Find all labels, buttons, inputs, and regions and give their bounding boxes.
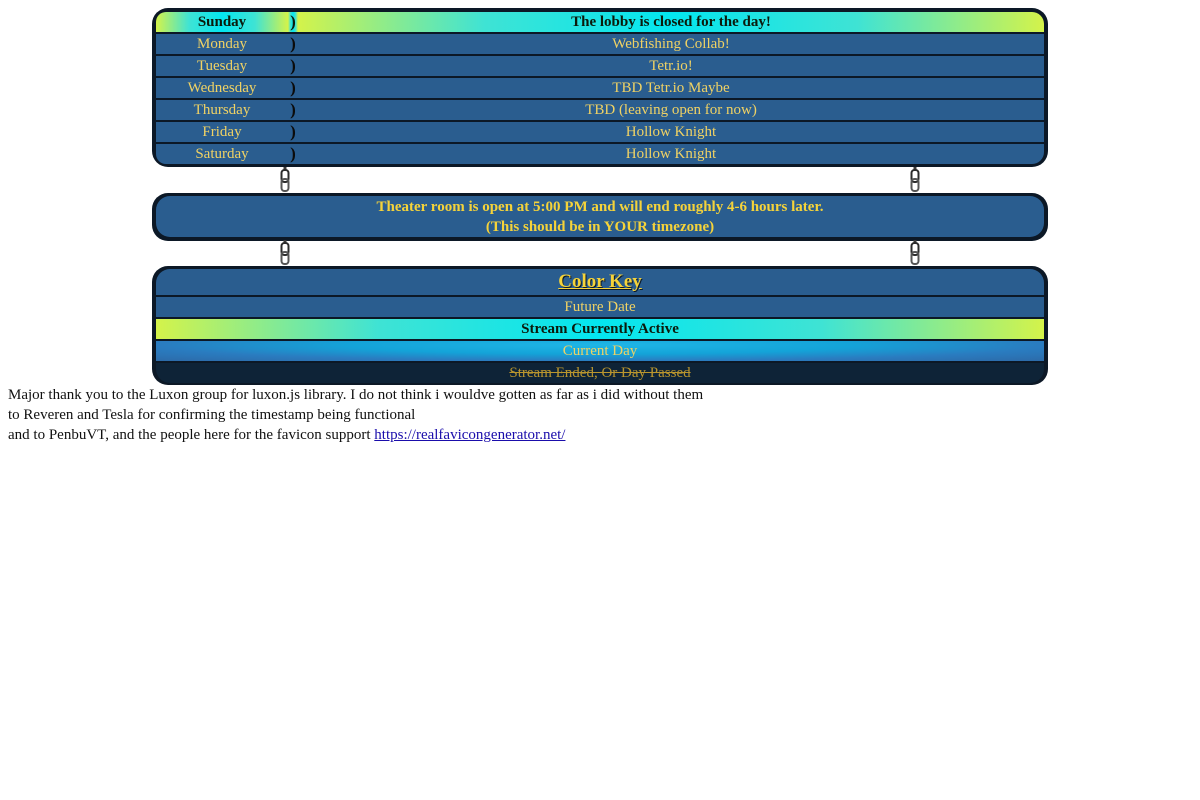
- credits: Major thank you to the Luxon group for l…: [8, 385, 808, 445]
- schedule-row-wednesday: Wednesday) TBD Tetr.io Maybe: [156, 78, 1044, 98]
- schedule-row-sunday: Sunday) The lobby is closed for the day!: [156, 12, 1044, 32]
- bracket-divider: ): [288, 122, 298, 142]
- theater-hours-text: Theater room is open at 5:00 PM and will…: [376, 198, 824, 215]
- event-label: Webfishing Collab!: [298, 34, 1044, 54]
- credits-line-3: and to PenbuVT, and the people here for …: [8, 425, 808, 445]
- day-label: Tuesday: [156, 56, 288, 76]
- timezone-note: (This should be in YOUR timezone): [485, 218, 715, 235]
- key-stream-active: Stream Currently Active: [156, 319, 1044, 339]
- bracket-divider: ): [288, 78, 298, 98]
- event-label: TBD (leaving open for now): [298, 100, 1044, 120]
- chain-right-upper: [910, 167, 920, 192]
- day-label: Sunday: [156, 12, 288, 32]
- credits-line-1: Major thank you to the Luxon group for l…: [8, 387, 704, 403]
- theater-notice-panel: Theater room is open at 5:00 PM and will…: [152, 193, 1048, 241]
- key-stream-ended: Stream Ended, Or Day Passed: [156, 363, 1044, 383]
- key-future-date: Future Date: [156, 297, 1044, 317]
- day-label: Saturday: [156, 144, 288, 164]
- day-label: Thursday: [156, 100, 288, 120]
- event-label: TBD Tetr.io Maybe: [298, 78, 1044, 98]
- schedule-row-saturday: Saturday) Hollow Knight: [156, 144, 1044, 164]
- schedule-row-monday: Monday) Webfishing Collab!: [156, 34, 1044, 54]
- color-key-header: Color Key: [156, 269, 1044, 295]
- chain-left-lower: [280, 240, 290, 265]
- color-key-title: Color Key: [558, 271, 642, 292]
- favicon-generator-link[interactable]: https://realfavicongenerator.net/: [374, 427, 565, 443]
- bracket-divider: ): [288, 34, 298, 54]
- event-label: Hollow Knight: [298, 144, 1044, 164]
- schedule-rows: Sunday) The lobby is closed for the day! M…: [156, 12, 1044, 164]
- schedule-panel: Sunday) The lobby is closed for the day! M…: [152, 8, 1048, 167]
- event-label: Hollow Knight: [298, 122, 1044, 142]
- chain-left-upper: [280, 167, 290, 192]
- day-label: Wednesday: [156, 78, 288, 98]
- day-label: Friday: [156, 122, 288, 142]
- schedule-row-tuesday: Tuesday) Tetr.io!: [156, 56, 1044, 76]
- event-label: Tetr.io!: [298, 56, 1044, 76]
- schedule-row-friday: Friday) Hollow Knight: [156, 122, 1044, 142]
- bracket-divider: ): [288, 144, 298, 164]
- bracket-divider: ): [288, 12, 298, 32]
- bracket-divider: ): [288, 56, 298, 76]
- event-label: The lobby is closed for the day!: [298, 12, 1044, 32]
- schedule-row-thursday: Thursday) TBD (leaving open for now): [156, 100, 1044, 120]
- chain-right-lower: [910, 240, 920, 265]
- key-current-day: Current Day: [156, 341, 1044, 361]
- credits-line-2: to Reveren and Tesla for confirming the …: [8, 407, 416, 423]
- color-key-panel: Color Key Future Date Stream Currently A…: [152, 266, 1048, 385]
- bracket-divider: ): [288, 100, 298, 120]
- day-label: Monday: [156, 34, 288, 54]
- theater-notice: Theater room is open at 5:00 PM and will…: [156, 196, 1044, 237]
- credits-line-3-text: and to PenbuVT, and the people here for …: [8, 427, 371, 443]
